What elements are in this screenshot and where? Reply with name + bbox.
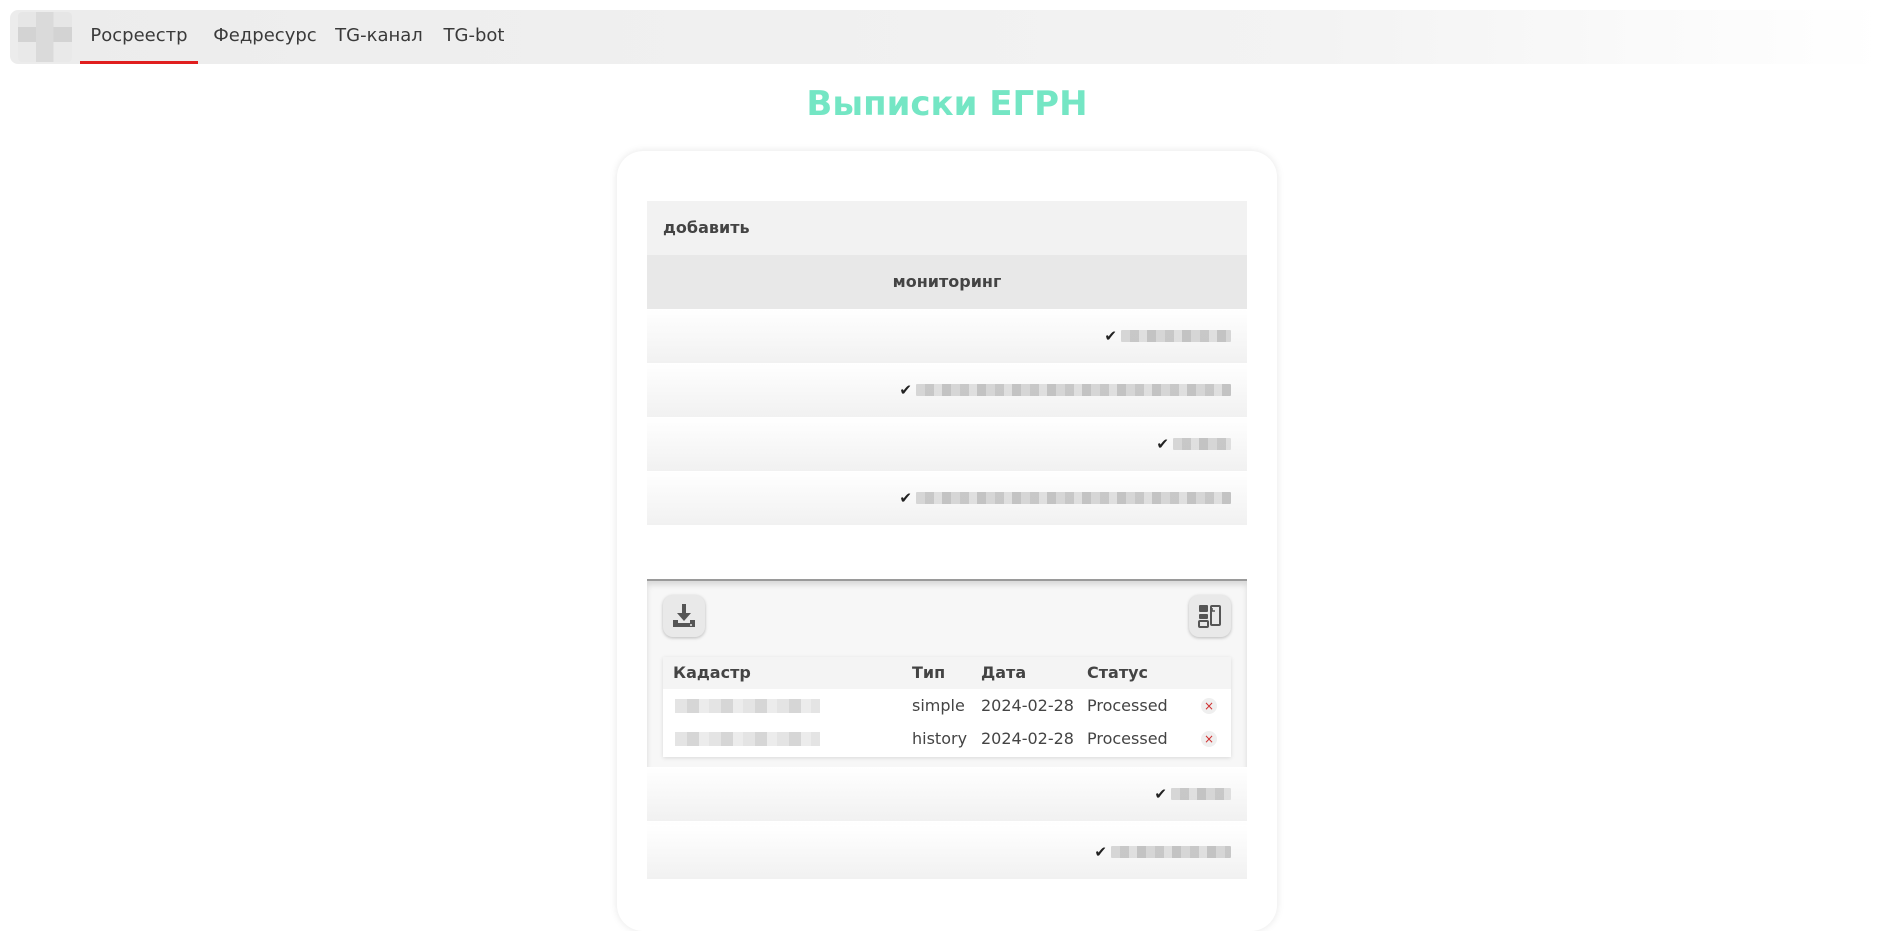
monitoring-item[interactable]: ✔ [647, 363, 1247, 417]
export-button[interactable] [1189, 595, 1231, 637]
redacted-address [1171, 788, 1231, 800]
table-row[interactable]: simple 2024-02-28 Processed × [663, 689, 1231, 722]
nav-item-tg-bot[interactable]: TG-bot [440, 10, 508, 64]
monitoring-item[interactable]: ✔ [647, 471, 1247, 525]
nav-item-rosreestr[interactable]: Росреестр [80, 10, 198, 64]
redacted-address [1111, 846, 1231, 858]
logo[interactable] [18, 12, 72, 62]
nav-item-tg-channel[interactable]: TG-канал [332, 10, 426, 64]
cell-type: simple [912, 696, 965, 715]
redacted-address [1173, 438, 1231, 450]
add-section[interactable]: добавить [647, 201, 1247, 255]
table-header: Кадастр Тип Дата Статус [663, 657, 1231, 689]
delete-icon[interactable]: × [1201, 698, 1217, 714]
egrn-table: Кадастр Тип Дата Статус simple 2024-02-2… [663, 657, 1231, 757]
redacted-address [1121, 330, 1231, 342]
check-icon: ✔ [1104, 327, 1117, 345]
check-icon: ✔ [899, 489, 912, 507]
cell-type: history [912, 729, 968, 748]
accordion-panel: добавить мониторинг ✔ ✔ ✔ ✔ Кадастр Тип … [647, 201, 1247, 878]
add-label: добавить [663, 218, 750, 237]
check-icon: ✔ [899, 381, 912, 399]
export-icon [1198, 605, 1221, 628]
monitoring-item[interactable]: ✔ [647, 825, 1247, 879]
page-title: Выписки ЕГРН [806, 84, 1088, 124]
monitoring-item[interactable]: ✔ [647, 309, 1247, 363]
redacted-address [916, 492, 1231, 504]
download-button[interactable] [663, 595, 705, 637]
cell-date: 2024-02-28 [981, 696, 1074, 715]
redacted-cadastre [675, 699, 820, 713]
egrn-card: добавить мониторинг ✔ ✔ ✔ ✔ Кадастр Тип … [617, 151, 1277, 931]
monitoring-item[interactable]: ✔ [647, 417, 1247, 471]
check-icon: ✔ [1156, 435, 1169, 453]
column-header-type: Тип [912, 663, 946, 682]
column-header-date: Дата [981, 663, 1027, 682]
expanded-item: Кадастр Тип Дата Статус simple 2024-02-2… [647, 579, 1247, 769]
top-nav: Росреестр Федресурс TG-канал TG-bot [10, 10, 1884, 64]
download-icon [673, 604, 695, 627]
delete-icon[interactable]: × [1201, 731, 1217, 747]
cell-status: Processed [1087, 696, 1168, 715]
redacted-address [916, 384, 1231, 396]
cell-date: 2024-02-28 [981, 729, 1074, 748]
monitoring-header[interactable]: мониторинг [647, 255, 1247, 309]
column-header-cadastre: Кадастр [673, 663, 751, 682]
redacted-cadastre [675, 732, 820, 746]
column-header-status: Статус [1087, 663, 1148, 682]
cell-status: Processed [1087, 729, 1168, 748]
check-icon: ✔ [1154, 785, 1167, 803]
monitoring-item[interactable]: ✔ [647, 767, 1247, 821]
check-icon: ✔ [1094, 843, 1107, 861]
table-row[interactable]: history 2024-02-28 Processed × [663, 722, 1231, 755]
nav-item-fedresurs[interactable]: Федресурс [210, 10, 320, 64]
